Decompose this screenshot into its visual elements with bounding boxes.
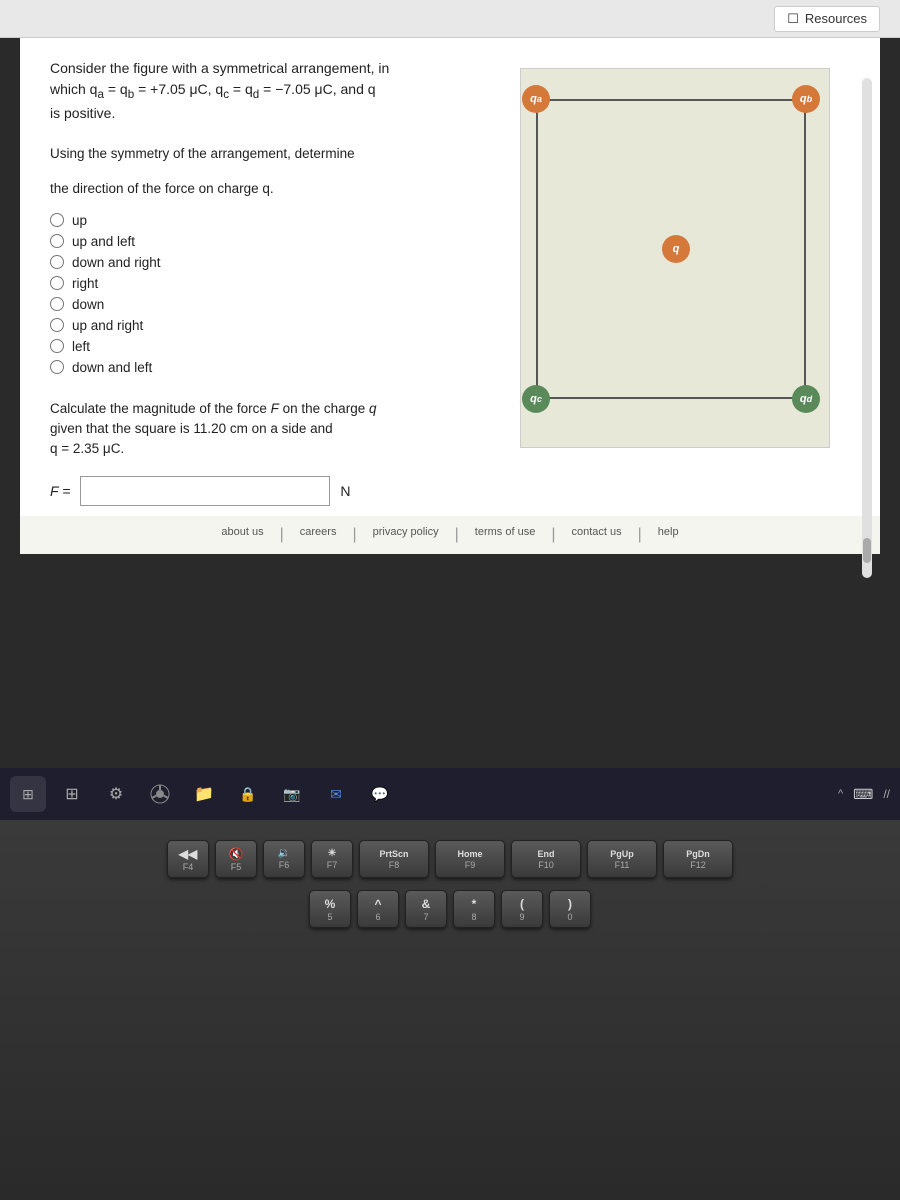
key-f4[interactable]: ◀◀ F4 — [167, 840, 209, 878]
footer-about[interactable]: about us — [221, 526, 263, 544]
option-down[interactable]: down — [50, 297, 500, 312]
key-5[interactable]: % 5 — [309, 890, 351, 928]
taskbar-lock[interactable]: 🔒 — [230, 776, 266, 812]
diagram-panel: qa qb q qc qd — [520, 58, 850, 448]
function-key-row: ◀◀ F4 🔇 F5 🔉 F6 ☀ F7 PrtScn F8 Home F9 E… — [167, 840, 733, 878]
key-7[interactable]: & 7 — [405, 890, 447, 928]
scrollbar-thumb[interactable] — [863, 538, 871, 563]
charge-diagram: qa qb q qc qd — [520, 68, 830, 448]
footer: about us | careers | privacy policy | te… — [20, 516, 880, 554]
radio-up-left[interactable] — [50, 234, 64, 248]
taskbar-settings[interactable]: ⚙ — [98, 776, 134, 812]
taskbar-keyboard-icon: ⌨ — [853, 786, 873, 803]
taskbar-grid[interactable]: ⊞ — [54, 776, 90, 812]
scrollbar[interactable] — [862, 78, 872, 578]
taskbar-chevron[interactable]: ^ — [838, 788, 843, 800]
taskbar: ⊞ ⊞ ⚙ 📁 🔒 📷 ✉ 💬 ^ ⌨ // — [0, 768, 900, 820]
radio-right[interactable] — [50, 276, 64, 290]
radio-down-right[interactable] — [50, 255, 64, 269]
key-f11-pgup[interactable]: PgUp F11 — [587, 840, 657, 878]
radio-down[interactable] — [50, 297, 64, 311]
key-f5[interactable]: 🔇 F5 — [215, 840, 257, 878]
number-key-row: % 5 ^ 6 & 7 * 8 ( 9 ) 0 — [309, 890, 591, 928]
key-f7[interactable]: ☀ F7 — [311, 840, 353, 878]
option-left[interactable]: left — [50, 339, 500, 354]
option-down-left[interactable]: down and left — [50, 360, 500, 375]
radio-down-left[interactable] — [50, 360, 64, 374]
footer-careers[interactable]: careers — [300, 526, 337, 544]
resources-button[interactable]: ☐ Resources — [774, 6, 880, 32]
footer-privacy[interactable]: privacy policy — [373, 526, 439, 544]
radio-up-right[interactable] — [50, 318, 64, 332]
key-8[interactable]: * 8 — [453, 890, 495, 928]
key-0[interactable]: ) 0 — [549, 890, 591, 928]
taskbar-status: ^ ⌨ // — [838, 786, 890, 803]
option-up-left[interactable]: up and left — [50, 234, 500, 249]
key-9[interactable]: ( 9 — [501, 890, 543, 928]
charge-qb: qb — [792, 85, 820, 113]
key-f12-pgdn[interactable]: PgDn F12 — [663, 840, 733, 878]
radio-up[interactable] — [50, 213, 64, 227]
question-text2: the direction of the force on charge q. — [50, 179, 500, 199]
taskbar-chat[interactable]: 💬 — [362, 776, 398, 812]
charge-qc: qc — [522, 385, 550, 413]
option-down-right[interactable]: down and right — [50, 255, 500, 270]
keyboard: ◀◀ F4 🔇 F5 🔉 F6 ☀ F7 PrtScn F8 Home F9 E… — [0, 820, 900, 1200]
option-up[interactable]: up — [50, 213, 500, 228]
footer-terms[interactable]: terms of use — [475, 526, 536, 544]
key-f8-prtscn[interactable]: PrtScn F8 — [359, 840, 429, 878]
taskbar-wifi: // — [883, 787, 890, 801]
force-input[interactable] — [80, 476, 330, 506]
charge-q: q — [662, 235, 690, 263]
taskbar-chrome[interactable] — [142, 776, 178, 812]
key-f10-end[interactable]: End F10 — [511, 840, 581, 878]
key-f9-home[interactable]: Home F9 — [435, 840, 505, 878]
taskbar-files[interactable]: 📁 — [186, 776, 222, 812]
calculate-section: Calculate the magnitude of the force F o… — [50, 399, 500, 506]
direction-question: Using the symmetry of the arrangement, d… — [50, 144, 500, 199]
footer-help[interactable]: help — [658, 526, 679, 544]
direction-radio-group: up up and left down and right right — [50, 213, 500, 375]
resources-label: Resources — [805, 11, 867, 26]
resources-icon: ☐ — [787, 11, 799, 27]
calc-description: Calculate the magnitude of the force F o… — [50, 399, 500, 460]
key-6[interactable]: ^ 6 — [357, 890, 399, 928]
taskbar-email[interactable]: ✉ — [318, 776, 354, 812]
taskbar-video[interactable]: 📷 — [274, 776, 310, 812]
unit-label: N — [340, 483, 350, 499]
radio-left[interactable] — [50, 339, 64, 353]
key-f6[interactable]: 🔉 F6 — [263, 840, 305, 878]
taskbar-start[interactable]: ⊞ — [10, 776, 46, 812]
footer-contact[interactable]: contact us — [571, 526, 621, 544]
charge-qd: qd — [792, 385, 820, 413]
option-up-right[interactable]: up and right — [50, 318, 500, 333]
problem-title: Consider the figure with a symmetrical a… — [50, 58, 500, 124]
charge-qa: qa — [522, 85, 550, 113]
question-text1: Using the symmetry of the arrangement, d… — [50, 144, 500, 164]
force-label: F = — [50, 483, 70, 499]
option-right[interactable]: right — [50, 276, 500, 291]
